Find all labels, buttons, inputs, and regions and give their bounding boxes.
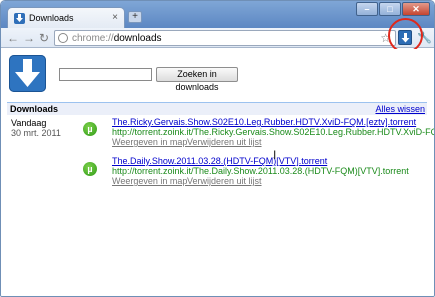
date-group-label: Vandaag — [11, 118, 47, 128]
download-icon — [14, 13, 25, 24]
show-in-folder-link[interactable]: Weergeven in map — [112, 137, 187, 147]
download-item-url: http://torrent.zoink.it/The.Daily.Show.2… — [112, 166, 409, 176]
section-title: Downloads — [10, 104, 59, 114]
url-text: chrome://downloads — [72, 33, 162, 44]
url-scheme: chrome:// — [72, 33, 114, 44]
show-in-folder-link[interactable]: Weergeven in map — [112, 176, 187, 186]
tab-title: Downloads — [29, 13, 74, 23]
maximize-button[interactable]: □ — [379, 2, 401, 16]
highlight-circle — [388, 18, 423, 53]
maximize-icon: □ — [387, 4, 393, 14]
download-item-name[interactable]: The.Ricky.Gervais.Show.S02E10.Leg.Rubber… — [112, 117, 416, 127]
url-path: downloads — [113, 33, 162, 44]
search-input[interactable] — [59, 68, 152, 81]
back-icon[interactable]: ← — [7, 31, 19, 45]
download-item-name[interactable]: The.Daily.Show.2011.03.28.(HDTV-FQM)[VTV… — [112, 156, 327, 166]
tab-downloads[interactable]: Downloads × — [7, 7, 125, 29]
toolbar: ← → ↻ chrome://downloads ☆ 🔧 — [1, 28, 434, 48]
download-item-url: http://torrent.zoink.it/The.Ricky.Gervai… — [112, 127, 435, 137]
reload-icon[interactable]: ↻ — [39, 31, 49, 45]
new-tab-button[interactable]: + — [128, 11, 142, 23]
address-bar[interactable]: chrome://downloads ☆ — [54, 30, 396, 46]
page-icon — [58, 33, 68, 43]
downloads-logo-icon — [9, 55, 46, 92]
remove-from-list-link[interactable]: Verwijderen uit lijst — [187, 137, 262, 147]
search-downloads-button[interactable]: Zoeken in downloads — [156, 67, 238, 92]
minimize-button[interactable]: – — [356, 2, 378, 16]
tab-strip: Downloads × + – □ ✕ — [1, 1, 434, 29]
close-window-button[interactable]: ✕ — [402, 2, 430, 16]
utorrent-icon: µ — [83, 162, 97, 176]
forward-icon[interactable]: → — [23, 31, 35, 45]
date-group-date: 30 mrt. 2011 — [11, 128, 61, 138]
minimize-icon: – — [364, 4, 370, 14]
utorrent-icon: µ — [83, 122, 97, 136]
close-icon: ✕ — [412, 4, 420, 14]
text-cursor-icon: I — [273, 148, 277, 162]
downloads-page: Zoeken in downloads Downloads Alles wiss… — [1, 49, 435, 296]
tab-close-icon[interactable]: × — [112, 12, 118, 23]
section-header: Downloads Alles wissen — [7, 102, 427, 115]
clear-all-link[interactable]: Alles wissen — [375, 104, 425, 114]
browser-window: Downloads × + – □ ✕ ← → ↻ chrome://downl… — [0, 0, 435, 297]
remove-from-list-link[interactable]: Verwijderen uit lijst — [187, 176, 262, 186]
